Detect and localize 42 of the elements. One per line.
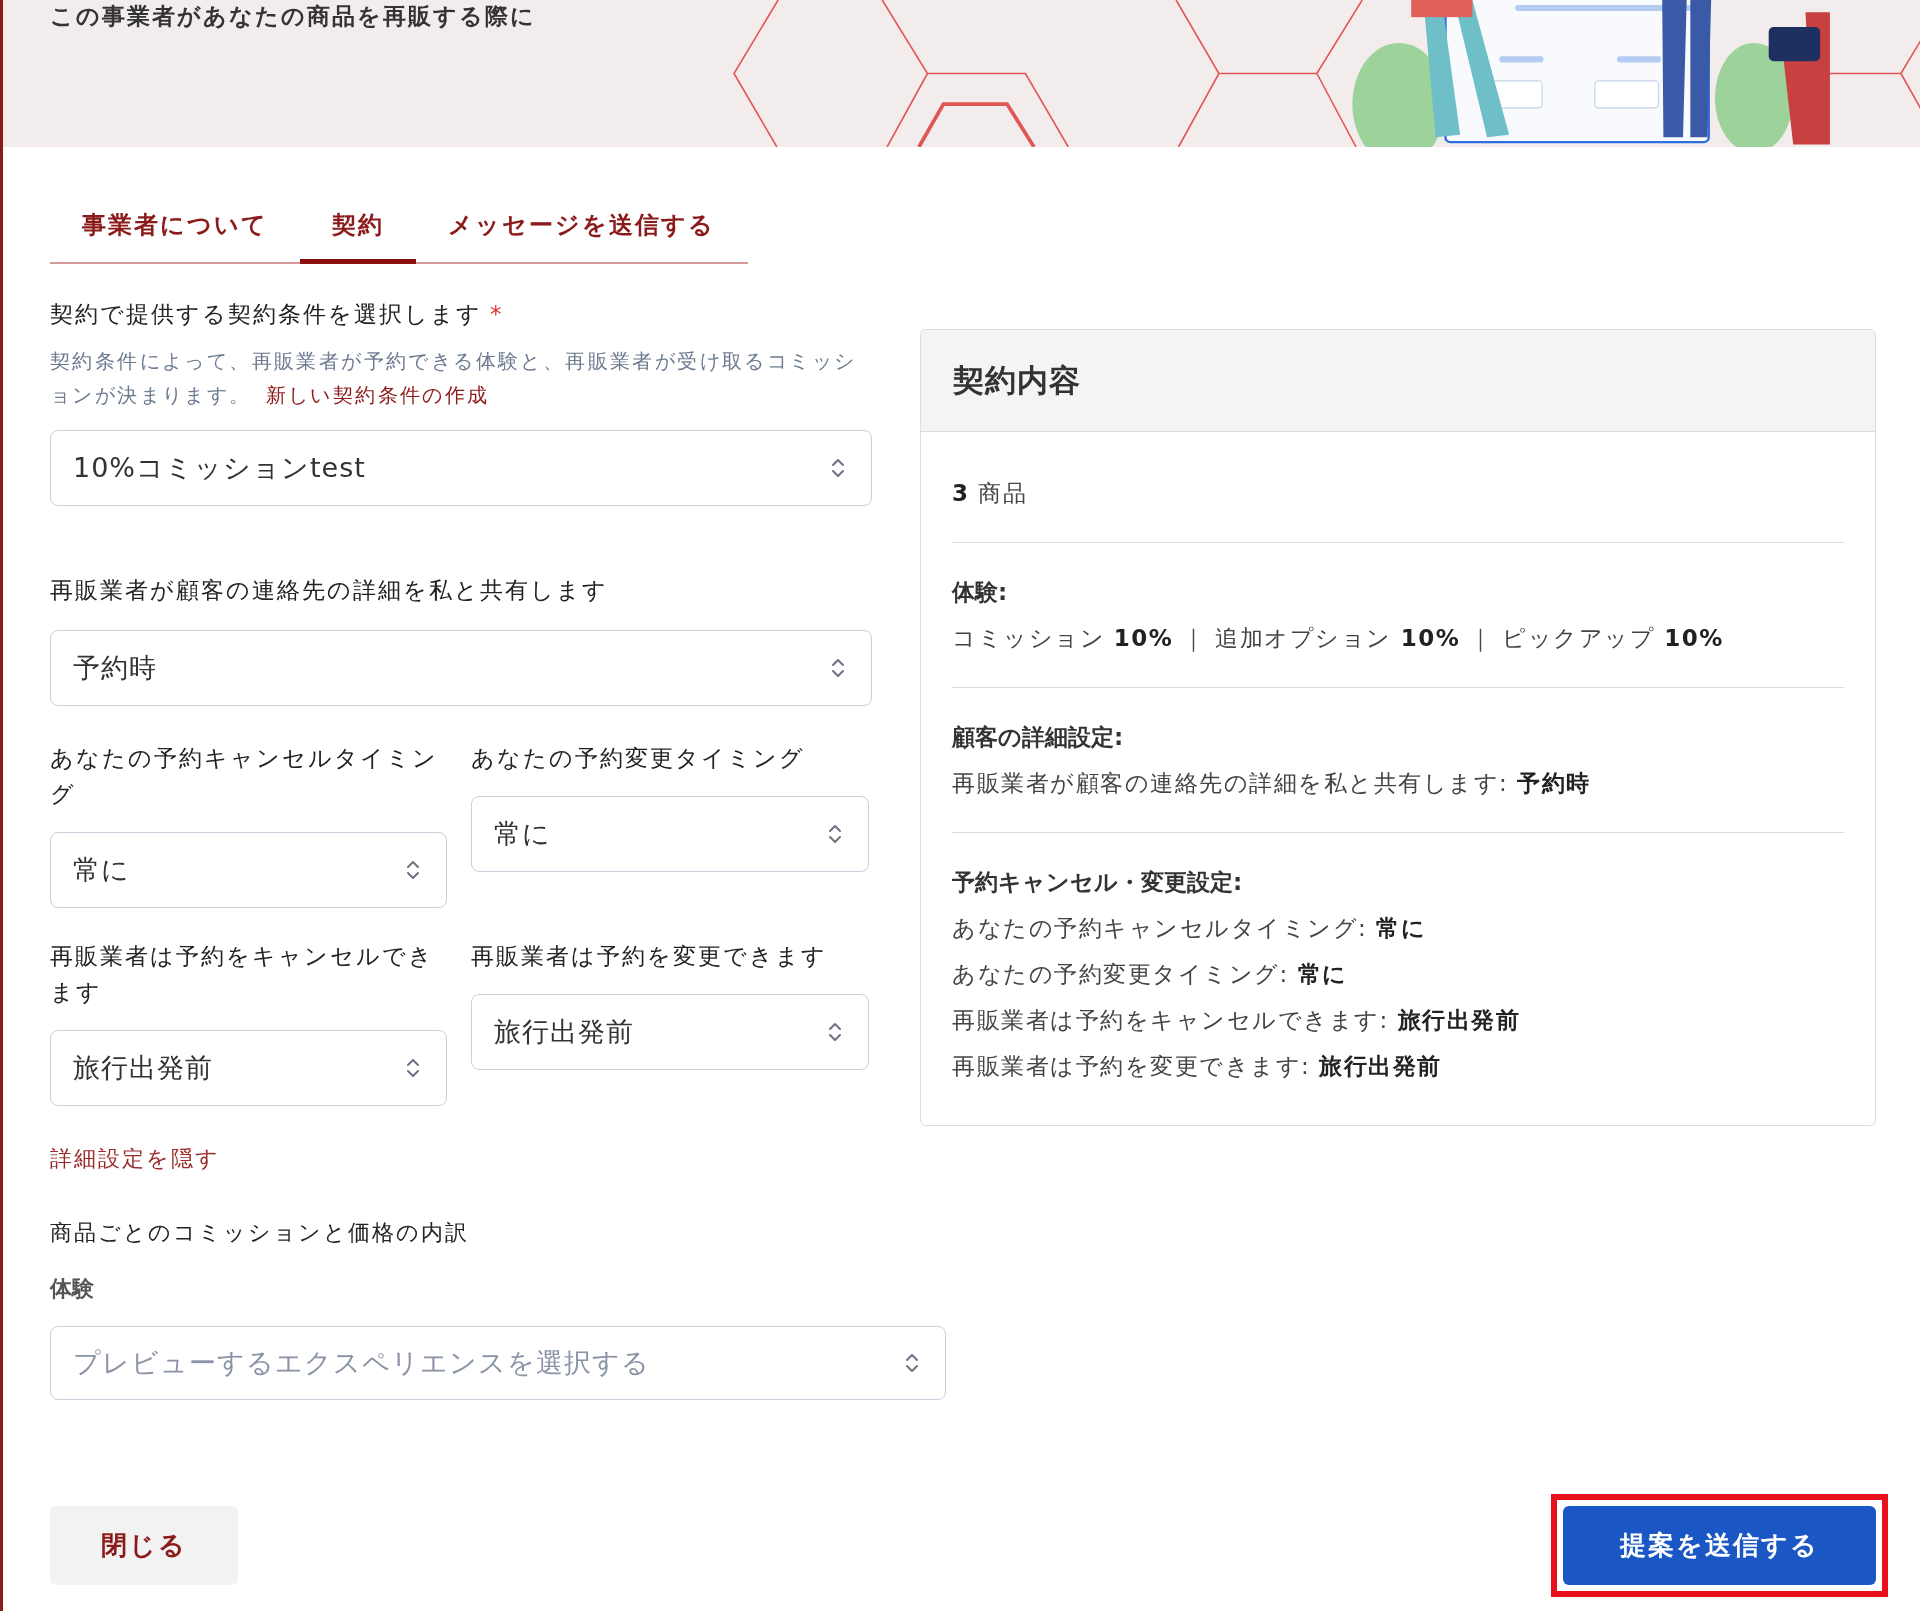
chevron-updown-icon (406, 858, 420, 882)
panel-title: 契約内容 (953, 360, 1081, 400)
summary-heading: 予約キャンセル・変更設定: (952, 868, 1244, 897)
field-label: 契約で提供する契約条件を選択します (50, 300, 482, 329)
header-title: この事業者があなたの商品を再販する際に (50, 2, 536, 31)
hide-settings-link[interactable]: 詳細設定を隠す (50, 1142, 220, 1176)
chevron-updown-icon (406, 1056, 420, 1080)
summary-line: あなたの予約変更タイミング: 常に (952, 960, 1349, 989)
field-label: あなたの予約キャンセルタイミング (50, 744, 439, 809)
tab[interactable]: 事業者について (50, 190, 300, 264)
summary-line: 3 商品 (952, 479, 1029, 508)
field-label: 体験 (50, 1275, 95, 1303)
create-terms-link[interactable]: 新しい契約条件の作成 (265, 383, 490, 407)
field-label: 再販業者は予約を変更できます (471, 942, 828, 971)
chevron-updown-icon (828, 1020, 842, 1044)
close-button[interactable]: 閉じる (50, 1506, 238, 1585)
dropdown-field[interactable]: 旅行出発前 (50, 1030, 447, 1106)
dropdown-field[interactable]: 予約時 (50, 630, 872, 706)
summary-line: 再販業者は予約をキャンセルできます: 旅行出発前 (952, 1006, 1522, 1035)
chevron-updown-icon (828, 822, 842, 846)
field-label: 再販業者が顧客の連絡先の詳細を私と共有します (50, 576, 609, 605)
summary-heading: 顧客の詳細設定: (952, 723, 1125, 752)
field-label: 再販業者は予約をキャンセルできます (50, 942, 435, 1007)
dropdown-field[interactable]: 常に (471, 796, 869, 872)
tab[interactable]: メッセージを送信する (416, 190, 747, 264)
chevron-updown-icon (831, 656, 845, 680)
tab[interactable]: 契約 (300, 190, 416, 264)
summary-line: コミッション 10% ｜ 追加オプション 10% ｜ ピックアップ 10% (952, 624, 1725, 654)
dropdown-field[interactable]: 旅行出発前 (471, 994, 869, 1070)
chevron-updown-icon (831, 456, 845, 480)
chevron-updown-icon (905, 1351, 919, 1375)
field-label: あなたの予約変更タイミング (471, 744, 806, 773)
required-mark: * (490, 300, 504, 329)
section-title: 商品ごとのコミッションと価格の内訳 (50, 1219, 470, 1247)
submit-proposal-button[interactable]: 提案を送信する (1563, 1506, 1876, 1585)
hint-text: 契約条件によって、再販業者が予約できる体験と、再販業者が受け取るコミッションが決まります。 新しい契約条件の作成 (50, 348, 858, 409)
dropdown-field[interactable]: 10%コミッションtest (50, 430, 872, 506)
dropdown-field[interactable]: 常に (50, 832, 447, 908)
summary-line: 再販業者は予約を変更できます: 旅行出発前 (952, 1052, 1443, 1081)
summary-heading: 体験: (952, 578, 1009, 607)
summary-line: あなたの予約キャンセルタイミング: 常に (952, 914, 1428, 943)
summary-line: 再販業者が顧客の連絡先の詳細を私と共有します: 予約時 (952, 769, 1592, 798)
